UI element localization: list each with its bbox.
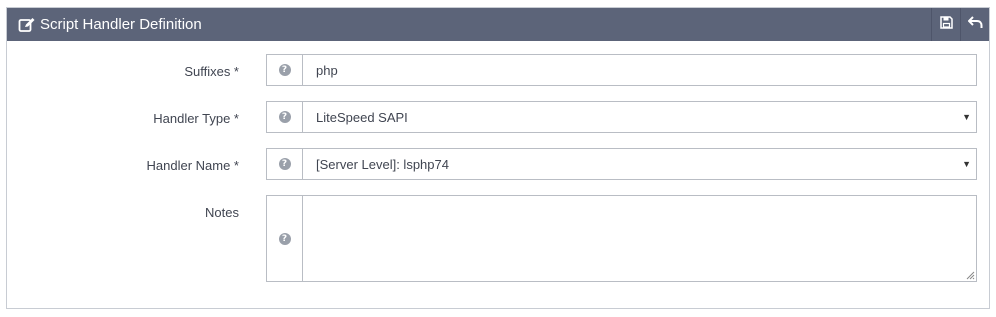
help-icon: ?: [278, 158, 291, 170]
panel-header: Script Handler Definition: [7, 8, 989, 41]
notes-label: Notes: [205, 205, 239, 220]
script-handler-panel: Script Handler Definition Suffixes * ? p…: [6, 7, 990, 309]
help-icon: ?: [278, 64, 291, 76]
handler-type-label: Handler Type *: [153, 111, 239, 126]
notes-help-button[interactable]: ?: [267, 196, 303, 281]
suffixes-input[interactable]: [316, 62, 943, 78]
back-button[interactable]: [960, 8, 989, 41]
notes-textarea[interactable]: [303, 196, 976, 281]
save-button[interactable]: [931, 8, 960, 41]
help-icon: ?: [278, 232, 291, 245]
handler-name-help-button[interactable]: ?: [267, 149, 303, 179]
back-icon: [967, 15, 983, 34]
help-icon: ?: [278, 111, 291, 123]
caret-down-icon: ▼: [962, 159, 971, 169]
handler-type-value: LiteSpeed SAPI: [316, 109, 408, 125]
caret-down-icon: ▼: [962, 112, 971, 122]
panel-title: Script Handler Definition: [40, 16, 202, 33]
notes-field: ?: [266, 195, 977, 282]
resize-handle-icon[interactable]: [966, 271, 975, 280]
suffixes-label: Suffixes *: [184, 64, 239, 79]
handler-type-select[interactable]: ? LiteSpeed SAPI ▼: [266, 101, 977, 133]
handler-name-select[interactable]: ? [Server Level]: lsphp74 ▼: [266, 148, 977, 180]
suffixes-help-button[interactable]: ?: [267, 55, 303, 85]
handler-name-value: [Server Level]: lsphp74: [316, 156, 449, 172]
save-icon: [939, 15, 953, 34]
edit-icon: [17, 15, 37, 35]
handler-name-label: Handler Name *: [146, 158, 240, 173]
handler-type-help-button[interactable]: ?: [267, 102, 303, 132]
suffixes-field: ?: [266, 54, 977, 86]
